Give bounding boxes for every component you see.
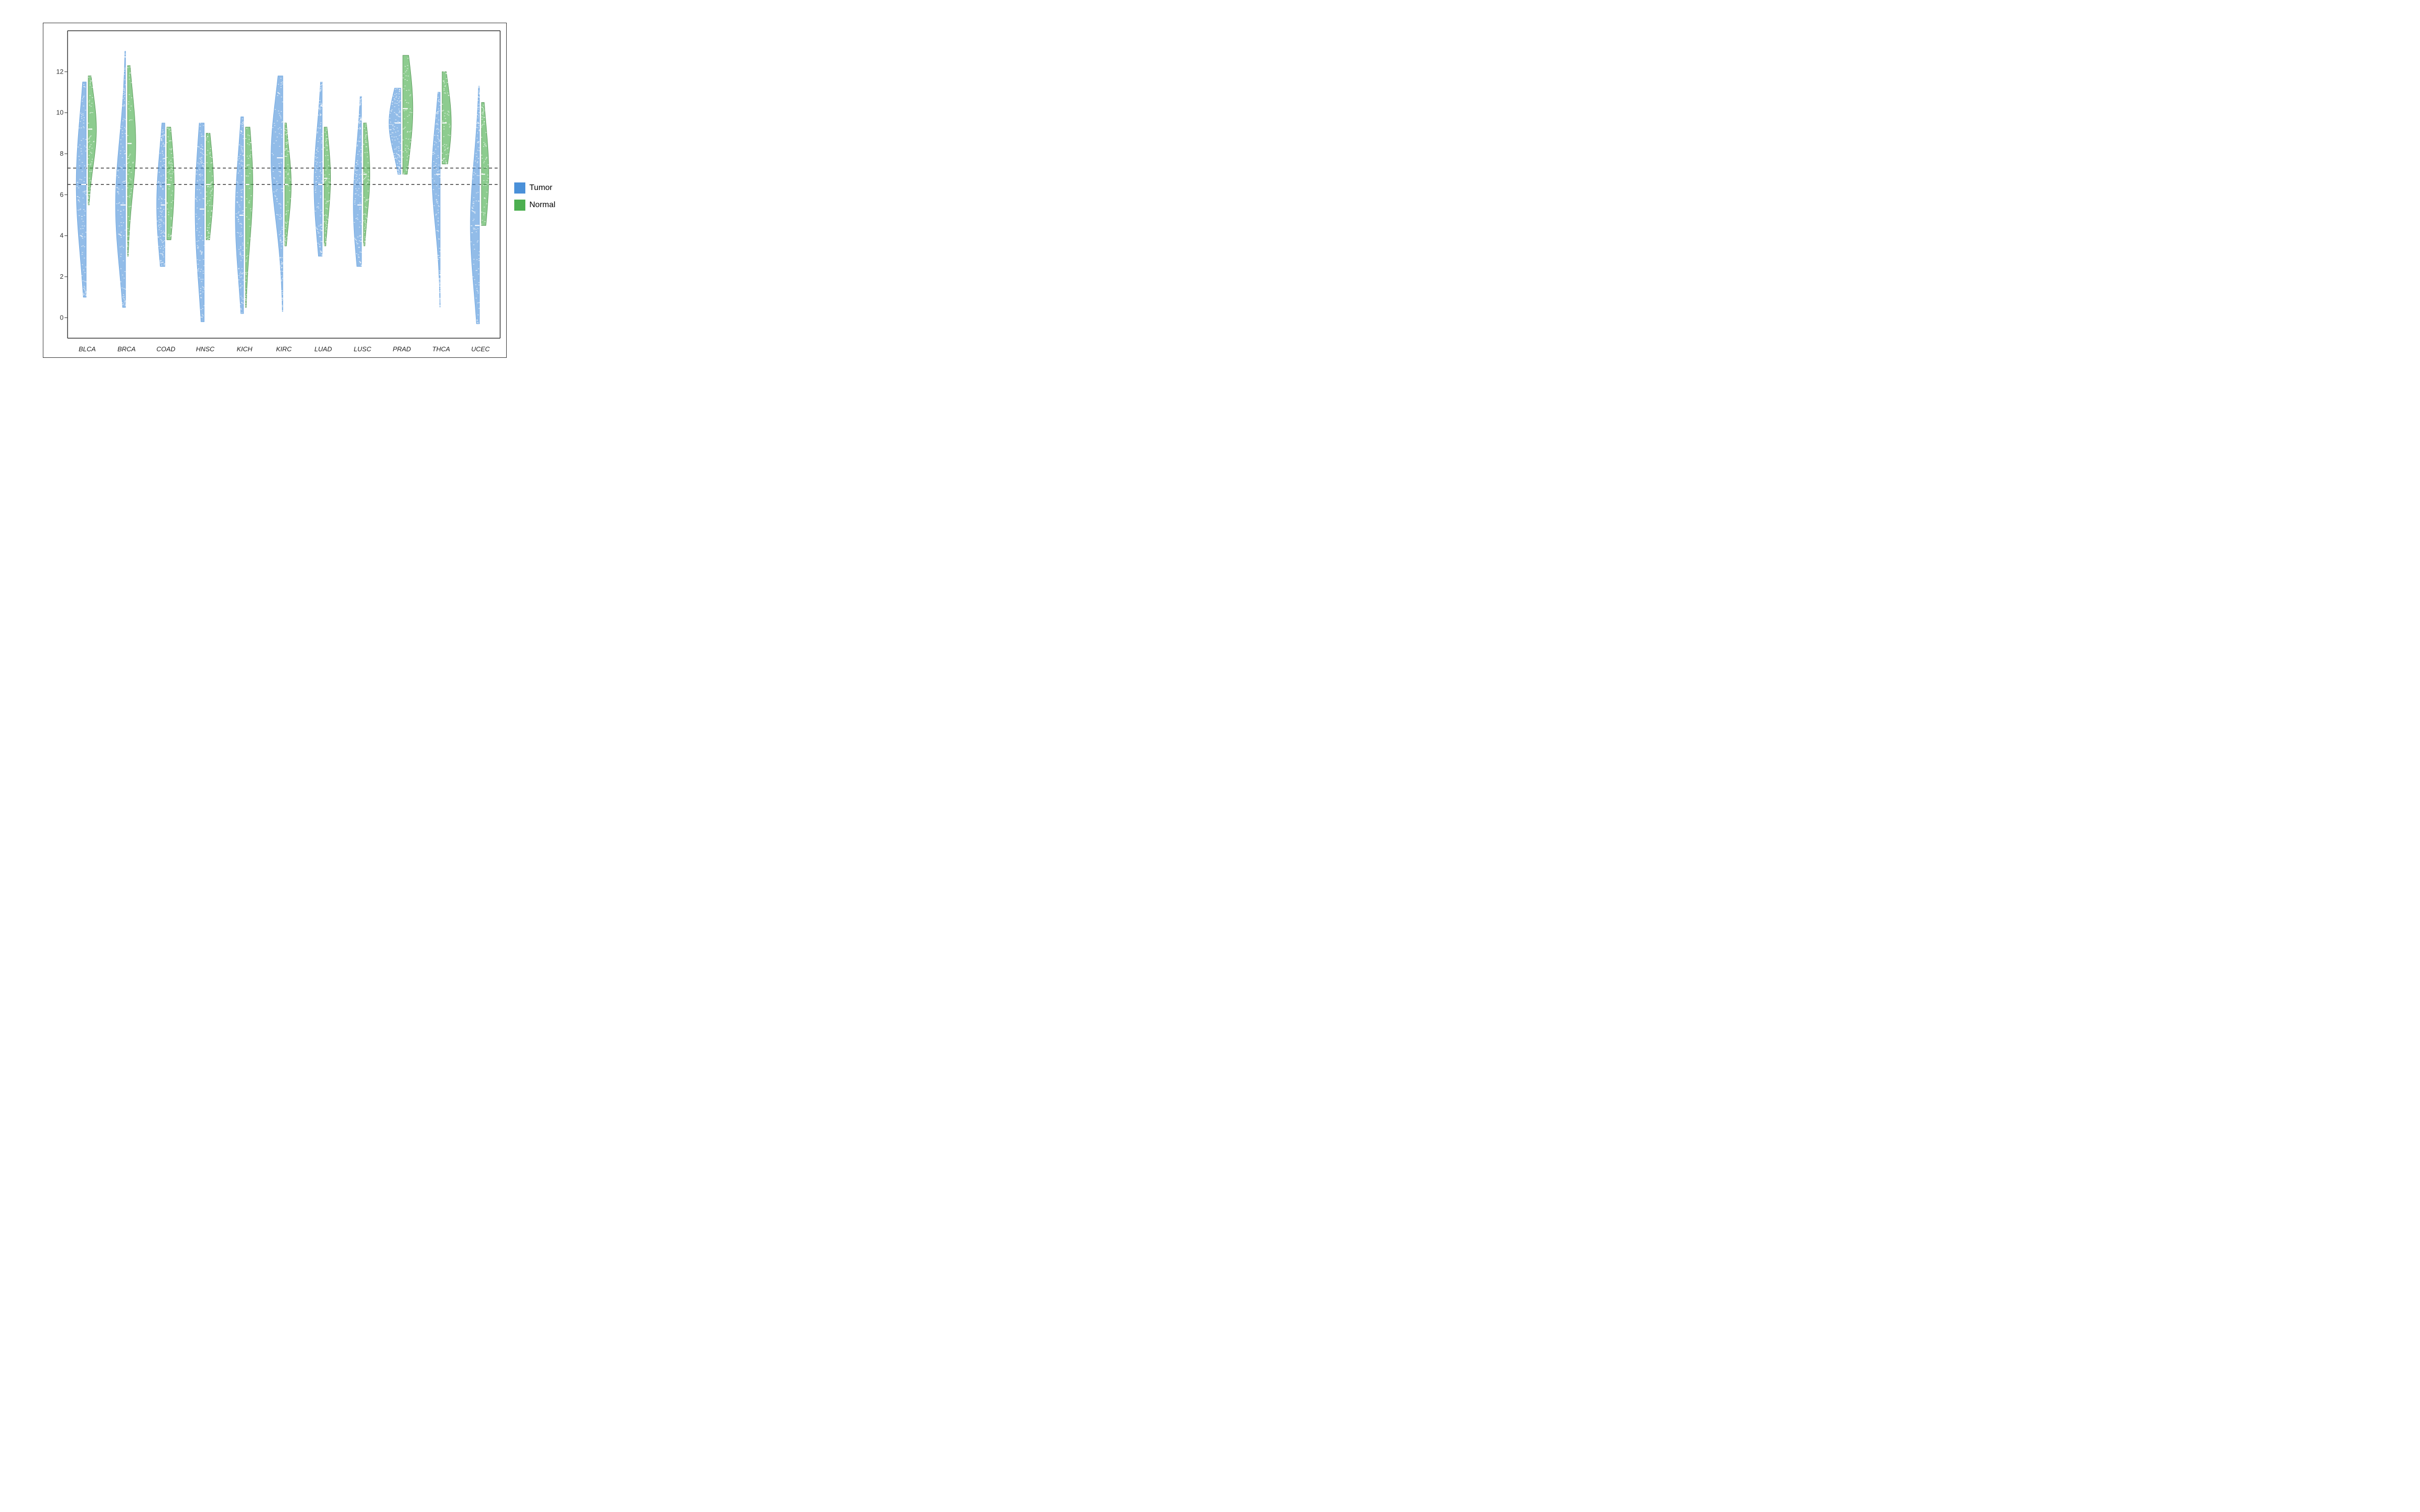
legend: Tumor Normal [514, 23, 580, 360]
svg-text:8: 8 [60, 150, 64, 157]
chart-container: 0 2 4 6 8 10 12 BLCA BRCA COAD HNSC KICH KIRC LUAD LUS… [25, 18, 580, 360]
svg-text:BLCA: BLCA [79, 345, 96, 353]
svg-text:0: 0 [60, 313, 64, 321]
svg-text:LUSC: LUSC [354, 345, 372, 353]
svg-text:BRCA: BRCA [117, 345, 136, 353]
svg-text:KIRC: KIRC [276, 345, 292, 353]
svg-text:COAD: COAD [156, 345, 175, 353]
chart-svg: 0 2 4 6 8 10 12 BLCA BRCA COAD HNSC KICH KIRC LUAD LUS… [43, 23, 506, 357]
chart-body: 0 2 4 6 8 10 12 BLCA BRCA COAD HNSC KICH KIRC LUAD LUS… [25, 23, 580, 360]
svg-text:UCEC: UCEC [471, 345, 490, 353]
svg-text:THCA: THCA [432, 345, 450, 353]
legend-label: Normal [529, 201, 556, 210]
svg-text:HNSC: HNSC [196, 345, 215, 353]
svg-text:4: 4 [60, 232, 64, 239]
y-axis-label [25, 23, 40, 360]
legend-item: Normal [514, 200, 580, 211]
svg-text:2: 2 [60, 273, 64, 280]
svg-text:LUAD: LUAD [315, 345, 332, 353]
legend-item: Tumor [514, 182, 580, 194]
chart-area: 0 2 4 6 8 10 12 BLCA BRCA COAD HNSC KICH KIRC LUAD LUS… [43, 23, 507, 358]
legend-color-box [514, 200, 525, 211]
svg-text:12: 12 [56, 68, 64, 75]
svg-text:10: 10 [56, 109, 64, 116]
legend-color-box [514, 182, 525, 194]
svg-text:KICH: KICH [236, 345, 253, 353]
chart-area-wrap: 0 2 4 6 8 10 12 BLCA BRCA COAD HNSC KICH KIRC LUAD LUS… [43, 23, 507, 360]
svg-text:6: 6 [60, 191, 64, 198]
legend-label: Tumor [529, 183, 553, 193]
svg-text:PRAD: PRAD [393, 345, 411, 353]
